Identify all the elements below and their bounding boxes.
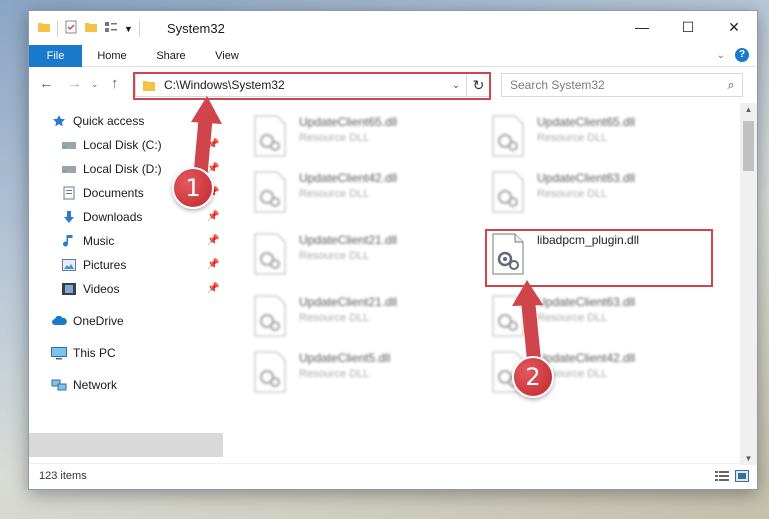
arrow-2: [521, 293, 541, 367]
arrowhead-2: [512, 280, 543, 306]
step-1-badge: 1: [172, 167, 214, 209]
arrowhead-1: [191, 96, 222, 124]
annotation-arrows: [191, 96, 543, 367]
step-2-badge: 2: [512, 356, 554, 398]
